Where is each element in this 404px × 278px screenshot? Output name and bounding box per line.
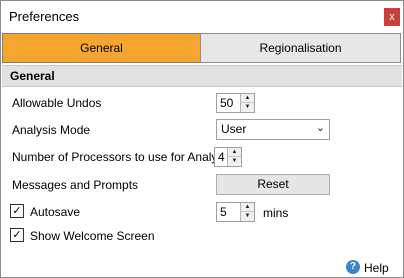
messages-label: Messages and Prompts <box>12 178 139 192</box>
stepper-arrows[interactable]: ▲ ▼ <box>240 94 254 112</box>
section-title: General <box>10 69 55 83</box>
allowable-undos-stepper[interactable]: 50 ▲ ▼ <box>216 93 255 113</box>
chevron-down-icon[interactable]: ⌄ <box>316 121 325 134</box>
stepper-arrows[interactable]: ▲ ▼ <box>240 203 254 221</box>
close-button[interactable]: x <box>384 8 400 26</box>
analysis-mode-select[interactable]: User ⌄ <box>216 119 330 140</box>
analysis-mode-label: Analysis Mode <box>12 123 91 137</box>
autosave-unit: mins <box>263 206 289 220</box>
welcome-screen-checkbox[interactable]: ✓ <box>10 228 24 242</box>
help-icon[interactable]: ? <box>346 260 360 274</box>
tab-regionalisation[interactable]: Regionalisation <box>200 33 401 63</box>
autosave-label: Autosave <box>30 205 81 219</box>
autosave-interval-value[interactable]: 5 <box>220 205 227 219</box>
autosave-interval-stepper[interactable]: 5 ▲ ▼ <box>216 202 255 222</box>
increment-icon[interactable]: ▲ <box>228 148 241 157</box>
increment-icon[interactable]: ▲ <box>241 94 254 103</box>
stepper-arrows[interactable]: ▲ ▼ <box>227 148 241 166</box>
title-bar: Preferences x <box>1 1 403 31</box>
increment-icon[interactable]: ▲ <box>241 203 254 212</box>
help-label[interactable]: Help <box>364 261 389 275</box>
processors-value[interactable]: 4 <box>218 150 225 164</box>
allowable-undos-label: Allowable Undos <box>12 96 102 110</box>
decrement-icon[interactable]: ▼ <box>228 157 241 166</box>
processors-stepper[interactable]: 4 ▲ ▼ <box>214 147 242 167</box>
decrement-icon[interactable]: ▼ <box>241 103 254 112</box>
tab-bar: General Regionalisation <box>2 33 402 63</box>
autosave-checkbox[interactable]: ✓ <box>10 204 24 218</box>
window-title: Preferences <box>9 9 80 24</box>
reset-button[interactable]: Reset <box>216 174 330 195</box>
section-header: General <box>2 65 402 87</box>
tab-general[interactable]: General <box>2 33 201 63</box>
welcome-screen-label: Show Welcome Screen <box>30 229 155 243</box>
analysis-mode-value: User <box>221 122 247 136</box>
preferences-window: Preferences x General Regionalisation Ge… <box>0 0 404 278</box>
decrement-icon[interactable]: ▼ <box>241 212 254 221</box>
processors-label: Number of Processors to use for Analysis <box>12 150 233 164</box>
allowable-undos-value[interactable]: 50 <box>220 96 233 110</box>
